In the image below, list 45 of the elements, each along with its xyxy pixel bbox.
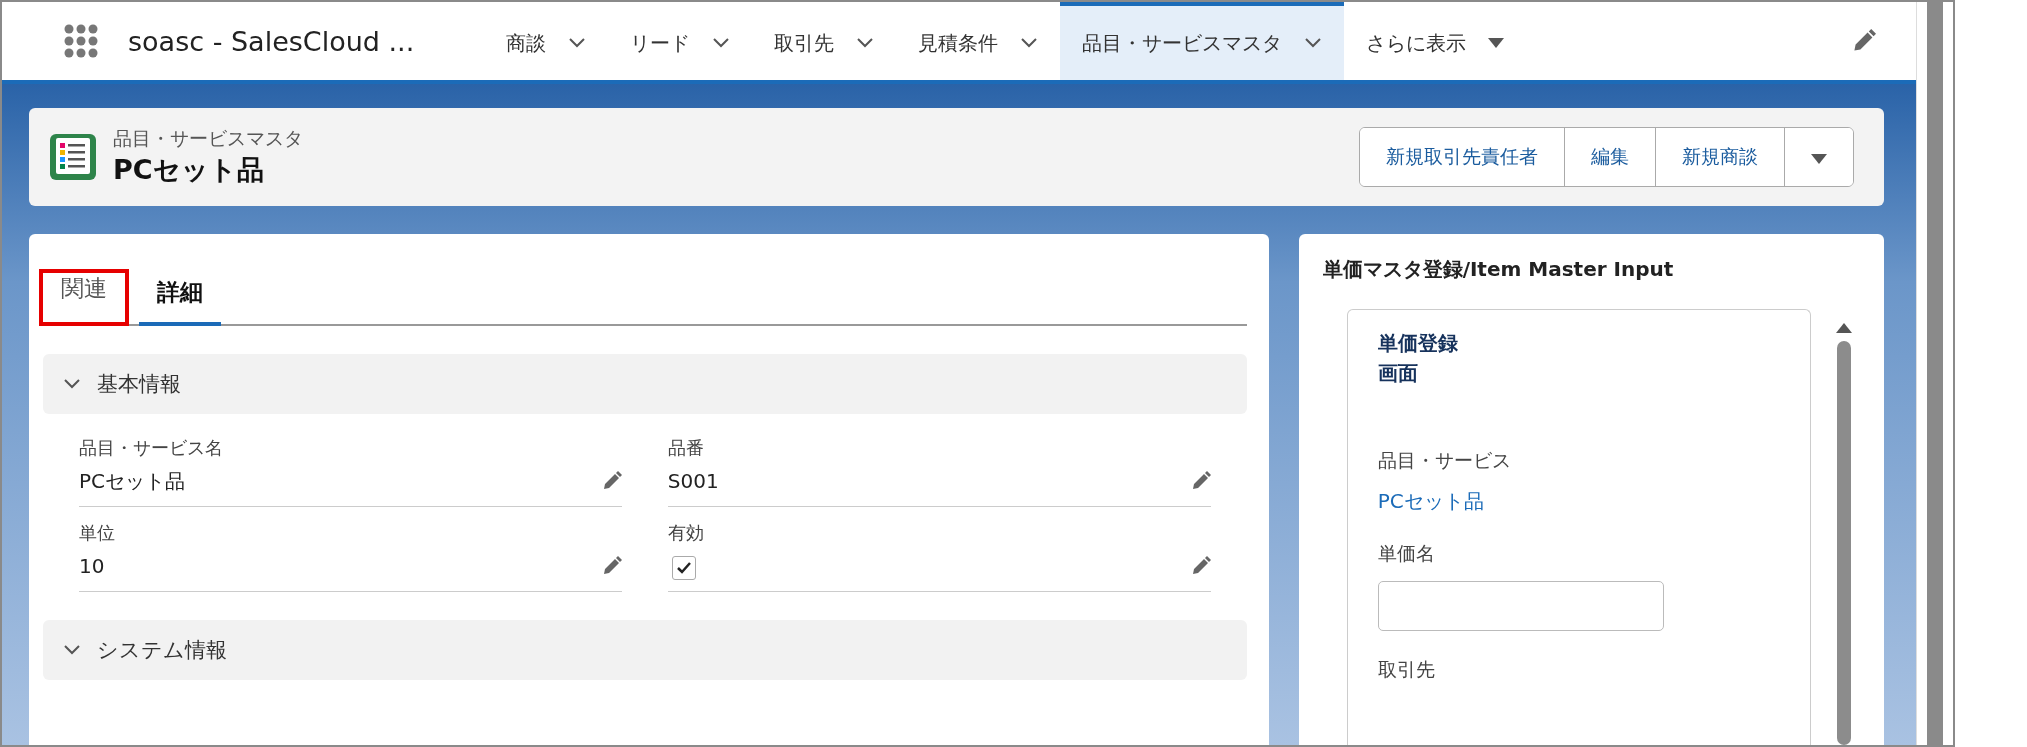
form-label: 取引先 — [1377, 657, 1436, 682]
chevron-icon — [568, 37, 587, 49]
nav-tab[interactable]: 取引先 — [752, 2, 897, 80]
input-field[interactable] — [1377, 581, 1664, 631]
object-label: 品目・サービスマスタ — [113, 126, 304, 151]
nav-tab[interactable]: リード — [608, 2, 753, 80]
field-value: PCセット品 — [79, 467, 186, 495]
chevron-icon — [63, 378, 81, 390]
edit-icon[interactable] — [1190, 471, 1211, 491]
app-launcher-icon[interactable] — [64, 24, 98, 58]
edit-icon[interactable] — [601, 556, 622, 576]
field-label: 有効 — [667, 521, 705, 545]
edit-icon[interactable] — [1852, 29, 1876, 53]
tab[interactable]: 詳細 — [139, 277, 221, 326]
field-label: 単位 — [79, 521, 116, 545]
checkbox[interactable] — [671, 556, 696, 580]
field-value: S001 — [667, 469, 719, 493]
scroll-up-icon[interactable] — [1835, 323, 1852, 333]
chevron-icon — [63, 644, 81, 656]
form-label: 単価名 — [1377, 541, 1436, 566]
checkmark-icon — [676, 562, 691, 574]
field-label: 品番 — [667, 436, 705, 460]
record-name: PCセット品 — [113, 153, 265, 187]
form-heading: 単価登録 画面 — [1377, 330, 1459, 387]
chevron-icon — [1304, 37, 1323, 49]
nav-tab[interactable]: 商談 — [484, 2, 609, 80]
list-icon — [49, 133, 97, 181]
app-name: soasc - SalesCloud ... — [128, 25, 415, 57]
caret-icon — [1488, 38, 1505, 48]
caret-icon — [1811, 154, 1827, 164]
section-header[interactable]: システム情報 — [43, 620, 1247, 680]
edit-icon[interactable] — [1190, 556, 1211, 576]
nav-tab[interactable]: さらに表示 — [1344, 2, 1527, 80]
chevron-icon — [856, 37, 875, 49]
chevron-icon — [712, 37, 731, 49]
field-value: 10 — [79, 554, 105, 578]
nav-tab[interactable]: 品目・サービスマスタ — [1060, 2, 1345, 80]
item-link[interactable]: PCセット品 — [1377, 488, 1770, 515]
chevron-icon — [1020, 37, 1039, 49]
nav-tab[interactable]: 見積条件 — [896, 2, 1061, 80]
section-header[interactable]: 基本情報 — [43, 354, 1247, 414]
panel-title: 単価マスタ登録/Item Master Input — [1322, 256, 1675, 283]
form-label: 品目・サービス — [1377, 448, 1512, 473]
field-label: 品目・サービス名 — [79, 436, 224, 460]
edit-icon[interactable] — [601, 471, 622, 491]
